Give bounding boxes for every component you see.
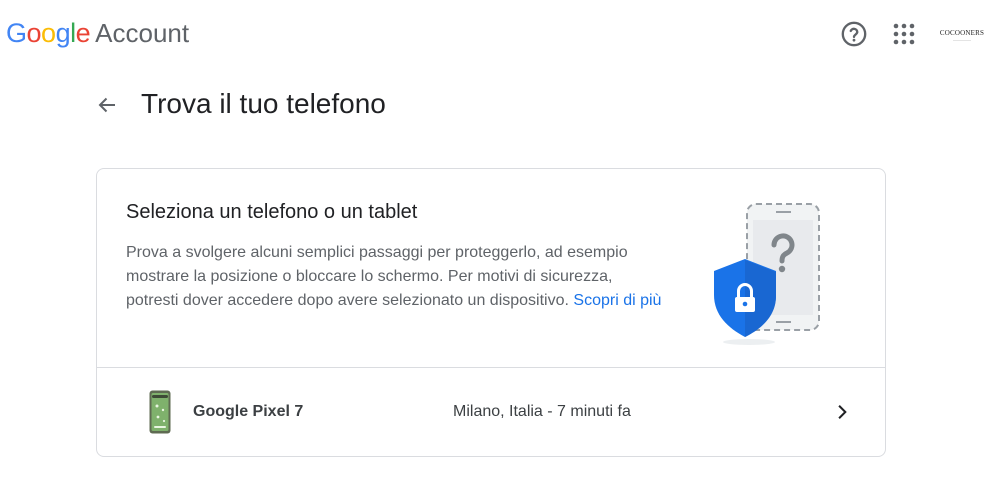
logo-letter: e bbox=[75, 18, 91, 48]
product-name: Account bbox=[95, 18, 190, 48]
device-location: Milano, Italia - 7 minuti fa bbox=[453, 403, 631, 420]
page-title: Trova il tuo telefono bbox=[141, 88, 386, 119]
avatar-sub-text: —————— bbox=[953, 37, 971, 42]
card-description: Prova a svolgere alcuni semplici passagg… bbox=[126, 241, 666, 313]
arrow-back-icon bbox=[98, 97, 115, 113]
card-intro-section: Seleziona un telefono o un tablet Prova … bbox=[97, 169, 885, 368]
top-bar: Google Account COCOONERS —————— bbox=[0, 0, 993, 68]
pixel-phone-thumbnail bbox=[149, 390, 171, 434]
avatar-brand-text: COCOONERS bbox=[939, 28, 985, 37]
apps-grid-icon bbox=[893, 23, 915, 45]
card-title: Seleziona un telefono o un tablet bbox=[126, 201, 418, 223]
logo-letter: o bbox=[26, 18, 42, 48]
learn-more-link[interactable]: Scopri di più bbox=[573, 292, 661, 309]
open-device-button[interactable] bbox=[829, 399, 855, 425]
description-text: Prova a svolgere alcuni semplici passagg… bbox=[126, 244, 628, 309]
device-selection-card: Seleziona un telefono o un tablet Prova … bbox=[96, 168, 886, 457]
logo-letter: o bbox=[41, 18, 56, 48]
chevron-right-icon bbox=[838, 405, 847, 419]
phone-question-shield-lock-illustration bbox=[714, 203, 820, 345]
device-list-item[interactable]: Google Pixel 7 Milano, Italia - 7 minuti… bbox=[97, 368, 885, 456]
help-circle-icon bbox=[841, 21, 867, 47]
account-avatar[interactable]: COCOONERS —————— bbox=[938, 22, 986, 48]
device-name: Google Pixel 7 bbox=[193, 403, 304, 420]
google-account-logo[interactable]: Google Account bbox=[6, 16, 189, 50]
logo-letter: g bbox=[55, 18, 71, 48]
google-apps-button[interactable] bbox=[889, 19, 919, 49]
logo-letter: G bbox=[6, 18, 27, 48]
back-button[interactable] bbox=[92, 90, 122, 120]
help-button[interactable] bbox=[839, 19, 869, 49]
